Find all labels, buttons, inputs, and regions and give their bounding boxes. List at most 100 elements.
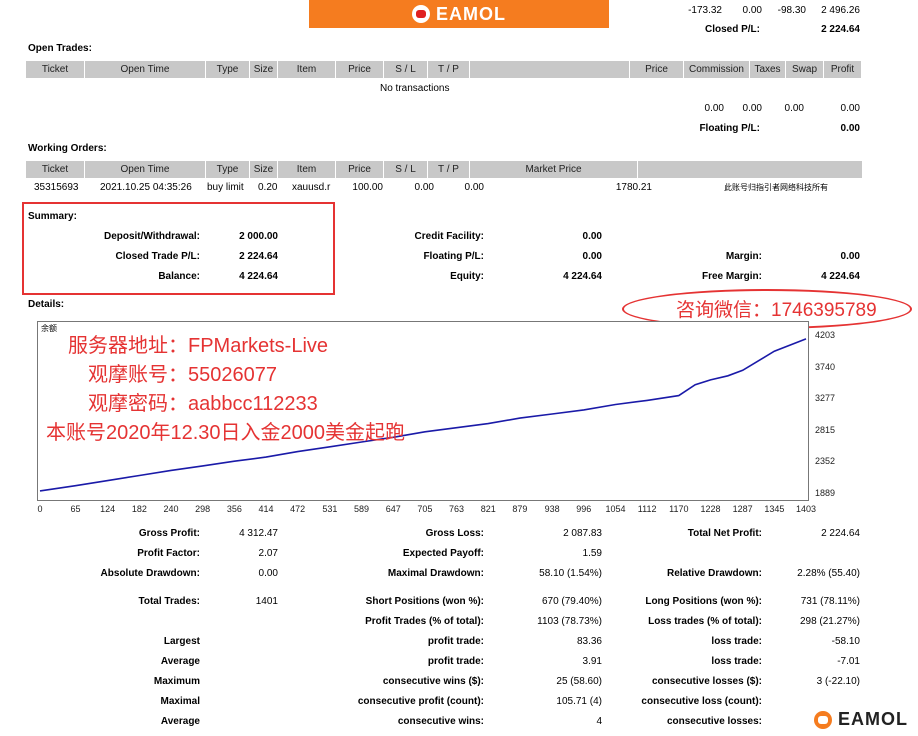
x-tick-label: 414 <box>258 504 274 514</box>
balance-value: 4 224.64 <box>239 271 278 282</box>
col-swap: Swap <box>786 61 824 78</box>
expected-payoff-value: 1.59 <box>582 548 602 559</box>
gross-profit-label: Gross Profit: <box>138 528 200 539</box>
x-tick-label: 124 <box>100 504 116 514</box>
wo-col-size: Size <box>250 161 278 178</box>
closed-pl-label: Closed P/L: <box>704 24 760 35</box>
col-type: Type <box>206 61 250 78</box>
eamol-watermark: EAMOL <box>810 707 912 732</box>
x-tick-label: 1287 <box>732 504 753 514</box>
col-blank <box>470 61 630 78</box>
profit-factor-label: Profit Factor: <box>137 548 200 559</box>
x-tick-label: 938 <box>544 504 560 514</box>
col-size: Size <box>250 61 278 78</box>
margin-label: Margin: <box>725 251 762 262</box>
max-consecutive-wins-label: consecutive wins ($): <box>382 676 484 687</box>
wo-type: buy limit <box>207 182 244 193</box>
abs-drawdown-label: Absolute Drawdown: <box>100 568 200 579</box>
overlay-server: 服务器地址：FPMarkets-Live <box>68 335 329 357</box>
y-tick-label: 2352 <box>815 456 836 467</box>
wo-col-type: Type <box>206 161 250 178</box>
largest-loss-label: loss trade: <box>711 636 762 647</box>
wo-col-open-time: Open Time <box>85 161 206 178</box>
x-tick-label: 879 <box>512 504 528 514</box>
contact-text: 咨询微信：1746395789 <box>676 300 877 321</box>
col-taxes: Taxes <box>750 61 786 78</box>
x-tick-label: 240 <box>163 504 179 514</box>
deposit-value: 2 000.00 <box>239 231 278 242</box>
rel-drawdown-label: Relative Drawdown: <box>666 568 762 579</box>
wo-col-tp: T / P <box>428 161 470 178</box>
wo-col-item: Item <box>278 161 336 178</box>
no-transactions-text: No transactions <box>380 83 450 94</box>
x-tick-label: 763 <box>449 504 465 514</box>
x-tick-label: 1170 <box>669 504 689 514</box>
expected-payoff-label: Expected Payoff: <box>402 548 484 559</box>
net-profit-label: Total Net Profit: <box>687 528 762 539</box>
maximal-consecutive-loss-label: consecutive loss (count): <box>641 696 762 707</box>
summary-title: Summary: <box>28 211 77 222</box>
wo-ticket: 35315693 <box>34 182 79 193</box>
x-tick-label: 647 <box>385 504 401 514</box>
overlay-account: 观摩账号：55026077 <box>88 364 277 386</box>
wo-col-blank <box>638 161 862 178</box>
top-value-4: 2 496.26 <box>821 5 860 16</box>
x-tick-label: 705 <box>417 504 433 514</box>
profit-factor-value: 2.07 <box>258 548 278 559</box>
open-total-swap: 0.00 <box>784 103 804 114</box>
x-tick-label: 1054 <box>605 504 626 514</box>
average-profit-label: profit trade: <box>427 656 484 667</box>
average2-label: Average <box>160 716 200 727</box>
x-tick-label: 472 <box>290 504 306 514</box>
wo-sl: 0.00 <box>414 182 434 193</box>
wo-col-ticket: Ticket <box>26 161 85 178</box>
loss-trades-value: 298 (21.27%) <box>799 616 860 627</box>
x-tick-label: 65 <box>70 504 81 514</box>
gross-profit-value: 4 312.47 <box>239 528 278 539</box>
wo-item: xauusd.r <box>292 182 331 193</box>
x-tick-label: 996 <box>576 504 592 514</box>
y-tick-label: 2815 <box>815 424 836 435</box>
average-label: Average <box>160 656 200 667</box>
closed-trade-label: Closed Trade P/L: <box>115 251 200 262</box>
col-sl: S / L <box>384 61 428 78</box>
open-floating-label: Floating P/L: <box>699 123 760 134</box>
total-trades-value: 1401 <box>255 596 278 607</box>
banner-logo-text: EAMOL <box>436 3 506 24</box>
maximal-consecutive-profit-value: 105.71 (4) <box>556 696 602 707</box>
short-positions-label: Short Positions (won %): <box>365 596 484 607</box>
x-tick-label: 589 <box>354 504 370 514</box>
eamol-banner: EAMOL <box>309 0 609 28</box>
x-tick-label: 1403 <box>795 504 817 514</box>
summary-floating-value: 0.00 <box>582 251 602 262</box>
profit-trades-label: Profit Trades (% of total): <box>365 616 484 627</box>
credit-value: 0.00 <box>582 231 602 242</box>
rel-drawdown-value: 2.28% (55.40) <box>797 568 860 579</box>
summary-floating-label: Floating P/L: <box>423 251 484 262</box>
loss-trades-label: Loss trades (% of total): <box>648 616 762 627</box>
gross-loss-label: Gross Loss: <box>425 528 484 539</box>
long-positions-label: Long Positions (won %): <box>645 596 762 607</box>
maximum-label: Maximum <box>153 676 200 687</box>
wo-note: 此账号归指引者网络科技所有 <box>724 183 828 192</box>
col-price-2: Price <box>630 61 684 78</box>
open-total-profit: 0.00 <box>840 103 860 114</box>
col-tp: T / P <box>428 61 470 78</box>
gross-loss-value: 2 087.83 <box>563 528 602 539</box>
wo-col-sl: S / L <box>384 161 428 178</box>
maximal-consecutive-profit-label: consecutive profit (count): <box>357 696 484 707</box>
closed-pl-value: 2 224.64 <box>821 24 860 35</box>
free-margin-label: Free Margin: <box>701 271 762 282</box>
x-tick-label: 531 <box>322 504 338 514</box>
largest-profit-value: 83.36 <box>576 636 602 647</box>
x-tick-label: 0 <box>37 504 43 514</box>
overlay-note: 本账号2020年12.30日入金2000美金起跑 <box>46 422 406 444</box>
top-value-2: 0.00 <box>742 5 762 16</box>
profit-trades-value: 1103 (78.73%) <box>537 616 602 627</box>
open-floating-value: 0.00 <box>840 123 860 134</box>
x-tick-label: 356 <box>226 504 242 514</box>
open-trades-title: Open Trades: <box>28 43 92 54</box>
y-tick-label: 1889 <box>815 488 836 498</box>
deposit-label: Deposit/Withdrawal: <box>103 231 200 242</box>
wo-tp: 0.00 <box>464 182 484 193</box>
